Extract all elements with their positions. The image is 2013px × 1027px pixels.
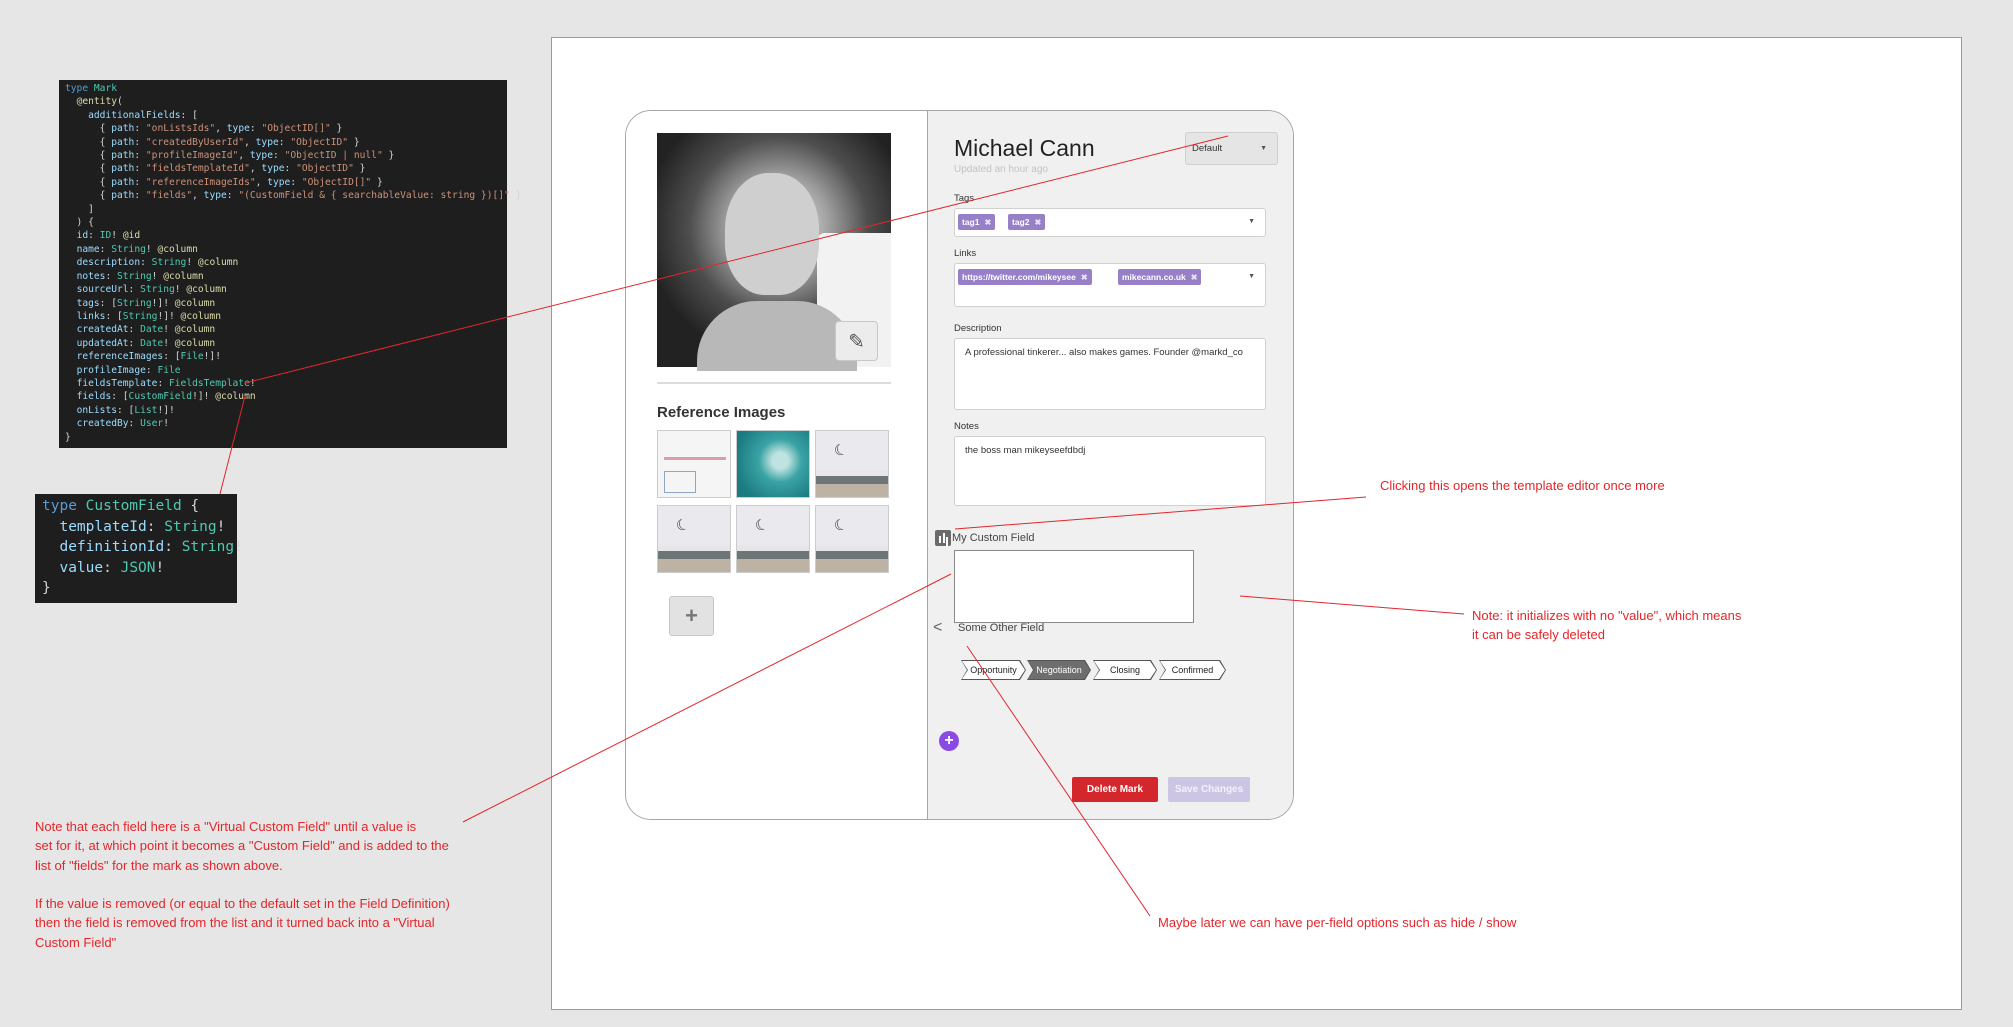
template-select-value: Default <box>1192 143 1223 154</box>
images-pane: ✎ Reference Images + <box>626 111 928 819</box>
edit-icon: ✎ <box>848 330 865 353</box>
code-line: @entity( <box>76 96 123 108</box>
code-line: notes: String! @column <box>76 270 204 282</box>
code-line: value: JSON! <box>59 559 165 576</box>
template-select[interactable]: Default ▼ <box>1185 132 1278 165</box>
remove-icon[interactable]: ✖ <box>1034 218 1041 227</box>
tag-chip[interactable]: tag1 ✖ <box>958 214 996 230</box>
code-line: referenceImages: [File!]! <box>76 351 221 363</box>
link-chip[interactable]: https://twitter.com/mikeysee ✖ <box>958 269 1092 285</box>
notes-textarea[interactable]: the boss man mikeyseefdbdj <box>954 436 1266 506</box>
code-line: createdAt: Date! @column <box>76 324 216 336</box>
add-field-button[interactable]: + <box>939 731 959 751</box>
description-label: Description <box>954 323 1002 334</box>
remove-icon[interactable]: ✖ <box>1191 273 1198 282</box>
bar-chart-icon[interactable] <box>935 530 951 546</box>
profile-photo: ✎ <box>657 133 891 371</box>
code-line: { path: "fields", type: "(CustomField & … <box>65 190 522 202</box>
custom-field-input[interactable] <box>954 550 1194 623</box>
reference-image-thumb[interactable] <box>736 505 810 573</box>
plus-icon: + <box>685 603 698 628</box>
chevron-down-icon[interactable]: ▼ <box>1248 273 1255 280</box>
link-chip[interactable]: mikecann.co.uk ✖ <box>1118 269 1202 285</box>
add-reference-image-button[interactable]: + <box>669 596 714 636</box>
code-line: templateId: String! <box>59 518 226 535</box>
code-line: id: ID! @id <box>76 230 141 242</box>
code-line: sourceUrl: String! @column <box>76 284 227 296</box>
code-line: type Mark <box>65 83 117 94</box>
save-changes-button[interactable]: Save Changes <box>1168 777 1250 802</box>
code-line: createdBy: User! <box>76 418 169 430</box>
mark-editor-card: ✎ Reference Images + Michael Cann Update… <box>625 110 1294 820</box>
reference-image-thumb[interactable] <box>815 505 889 573</box>
code-line: tags: [String!]! @column <box>76 297 216 309</box>
chevron-down-icon: ▼ <box>1260 145 1267 152</box>
code-line: profileImage: File <box>76 364 181 376</box>
tags-label: Tags <box>954 193 975 204</box>
code-line: fields: [CustomField!]! @column <box>76 391 256 403</box>
updated-timestamp: Updated an hour ago <box>954 164 1048 175</box>
note-no-value: Note: it initializes with no "value", wh… <box>1472 608 1742 643</box>
stage-step[interactable]: Confirmed <box>1160 661 1225 679</box>
stage-step[interactable]: Closing <box>1094 661 1156 679</box>
code-line: onLists: [List!]! <box>76 404 175 416</box>
details-pane: Michael Cann Updated an hour ago Default… <box>928 111 1293 819</box>
share-icon[interactable]: < <box>933 619 942 637</box>
code-line: additionalFields: [ <box>88 109 198 121</box>
notes-label: Notes <box>954 421 979 432</box>
code-line: links: [String!]! @column <box>76 310 221 322</box>
code-line: type CustomField { <box>42 498 200 514</box>
reference-image-thumb[interactable] <box>657 430 731 498</box>
code-line: { path: "profileImageId", type: "ObjectI… <box>65 150 395 162</box>
reference-image-thumb[interactable] <box>815 430 889 498</box>
code-line: { path: "fieldsTemplateId", type: "Objec… <box>65 163 366 175</box>
code-line: ) { <box>65 217 94 229</box>
mark-name[interactable]: Michael Cann <box>954 135 1095 162</box>
code-line: fieldsTemplate: FieldsTemplate! <box>76 377 256 389</box>
code-line: ] <box>65 203 94 215</box>
stage-step-active[interactable]: Negotiation <box>1028 661 1090 679</box>
code-line: } <box>65 431 71 443</box>
chevron-down-icon[interactable]: ▼ <box>1248 218 1255 225</box>
mark-type-code-block: type Mark @entity( additionalFields: [ {… <box>59 80 522 448</box>
remove-icon[interactable]: ✖ <box>984 218 991 227</box>
code-line: name: String! @column <box>76 243 198 255</box>
delete-mark-button[interactable]: Delete Mark <box>1072 777 1158 802</box>
code-line: { path: "referenceImageIds", type: "Obje… <box>65 176 383 188</box>
note-template-editor: Clicking this opens the template editor … <box>1380 478 1665 493</box>
code-line: } <box>42 580 51 596</box>
code-line: { path: "onListsIds", type: "ObjectID[]"… <box>65 123 343 135</box>
stage-step[interactable]: Opportunity <box>962 661 1025 679</box>
code-line: { path: "createdByUserId", type: "Object… <box>65 136 360 148</box>
tags-field[interactable]: tag1 ✖ tag2 ✖ ▼ <box>954 208 1266 237</box>
note-virtual-field: Note that each field here is a "Virtual … <box>35 819 450 950</box>
custom-field-label: My Custom Field <box>952 532 1035 544</box>
customfield-type-code-block: type CustomField { templateId: String! d… <box>35 494 243 603</box>
note-per-field-options: Maybe later we can have per-field option… <box>1158 915 1517 930</box>
description-textarea[interactable]: A professional tinkerer... also makes ga… <box>954 338 1266 410</box>
divider <box>657 382 891 384</box>
reference-images-heading: Reference Images <box>657 404 786 421</box>
code-line: description: String! @column <box>76 257 239 269</box>
other-field-label: Some Other Field <box>958 622 1045 634</box>
remove-icon[interactable]: ✖ <box>1081 273 1088 282</box>
links-label: Links <box>954 248 977 259</box>
code-line: definitionId: String! <box>59 539 243 555</box>
code-line: updatedAt: Date! @column <box>76 337 216 349</box>
reference-image-thumb[interactable] <box>736 430 810 498</box>
reference-image-thumb[interactable] <box>657 505 731 573</box>
edit-photo-button[interactable]: ✎ <box>835 321 878 361</box>
links-field[interactable]: https://twitter.com/mikeysee ✖ mikecann.c… <box>954 263 1266 307</box>
tag-chip[interactable]: tag2 ✖ <box>1008 214 1046 230</box>
